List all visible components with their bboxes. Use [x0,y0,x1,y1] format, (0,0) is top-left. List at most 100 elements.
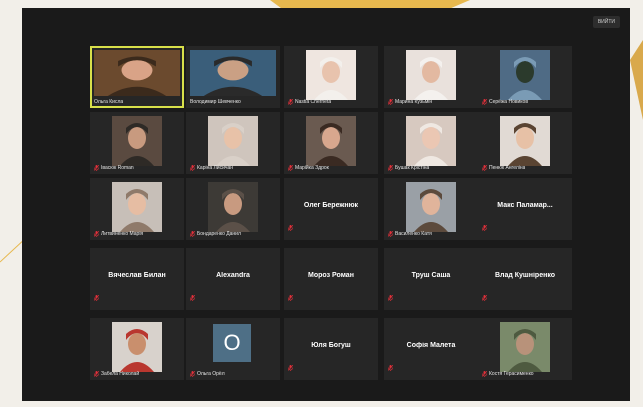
participant-tile[interactable]: Литвиненко Марія [90,178,184,240]
muted-mic-icon [287,224,294,231]
leave-meeting-button[interactable]: ВИЙТИ [592,16,620,28]
decorative-gold-accent [630,40,643,120]
participant-tile[interactable]: Забела Николай [90,318,184,380]
participant-tile[interactable]: Ольга Кисла [90,46,184,108]
participant-video [500,322,550,372]
participant-tile[interactable]: Софія Малета [384,318,478,380]
participant-name-label: Пенюк Ангеліна [482,165,525,171]
participant-name-label: Костя Герасименко [482,371,534,377]
participant-video [500,116,550,166]
participant-tile[interactable]: Влад Кушніренко [478,248,572,310]
muted-mic-icon [189,294,196,301]
participant-mute-indicator [387,358,394,376]
participant-tile[interactable]: Мороз Роман [284,248,378,310]
participant-video [208,182,258,232]
participant-name: Литвиненко Марія [101,231,144,237]
participant-name-label: Марина Кузьмін [388,99,432,105]
participant-tile[interactable]: Костя Герасименко [478,318,572,380]
muted-mic-icon [190,231,195,237]
participant-name: Марина Кузьмін [395,99,433,105]
muted-mic-icon [482,371,487,377]
participant-name-label: Каріна Лисичан [190,165,233,171]
muted-mic-icon [482,165,487,171]
participant-mute-indicator [287,218,294,236]
participant-tile[interactable]: Nastia Cherneta [284,46,378,108]
participant-name: Nastia Cherneta [295,99,332,105]
participant-video [208,116,258,166]
participant-name-label: Івасюк Roman [94,165,134,171]
participant-mute-indicator [189,288,196,306]
participant-display-name: Олег Бережнюк [303,202,359,209]
participant-video [94,50,180,96]
participant-name: Ольга Кисла [94,99,124,105]
participant-name: Серёжа Новиков [489,99,528,105]
participant-tile[interactable]: Володимир Шевченко [186,46,280,108]
muted-mic-icon [190,165,195,171]
participant-display-name: Вячеслав Билан [108,272,166,279]
participant-tile[interactable]: Труш Саша [384,248,478,310]
participant-tile[interactable]: Юля Богуш [284,318,378,380]
muted-mic-icon [387,364,394,371]
participant-mute-indicator [93,288,100,306]
participant-name-label: Бушак Крістіна [388,165,429,171]
participant-video [406,182,456,232]
participant-name-label: Ольга Орёл [190,371,225,377]
participant-name-label: Бондаренко Данил [190,231,241,237]
participant-avatar-initial: O [213,324,251,362]
muted-mic-icon [93,294,100,301]
muted-mic-icon [481,224,488,231]
participant-tile[interactable]: Бушак Крістіна [384,112,478,174]
participant-name-label: Литвиненко Марія [94,231,143,237]
participant-name: Пенюк Ангеліна [489,165,526,171]
participant-tile[interactable]: Марійка Здрок [284,112,378,174]
participant-mute-indicator [481,218,488,236]
participant-tile[interactable]: Макс Паламар... [478,178,572,240]
participant-tile[interactable]: Марина Кузьмін [384,46,478,108]
muted-mic-icon [481,294,488,301]
muted-mic-icon [388,165,393,171]
participant-video [112,116,162,166]
participant-mute-indicator [287,358,294,376]
participant-name: Костя Герасименко [489,371,534,377]
participant-mute-indicator [481,288,488,306]
participant-display-name: Мороз Роман [308,272,354,279]
participant-video [190,50,276,96]
participant-tile[interactable]: Олег Бережнюк [284,178,378,240]
participant-video [306,116,356,166]
participant-mute-indicator [287,288,294,306]
muted-mic-icon [288,99,293,105]
participant-tile[interactable]: Alexandra [186,248,280,310]
participant-tile[interactable]: Каріна Лисичан [186,112,280,174]
participant-name-label: Василенко Катя [388,231,432,237]
participant-display-name: Софія Малета [406,342,456,349]
muted-mic-icon [287,364,294,371]
participant-name: Бушак Крістіна [395,165,430,171]
participant-name: Володимир Шевченко [190,99,241,105]
participant-tile[interactable]: Бондаренко Данил [186,178,280,240]
participant-tile[interactable]: Вячеслав Билан [90,248,184,310]
participant-name-label: Nastia Cherneta [288,99,331,105]
participant-tile[interactable]: Пенюк Ангеліна [478,112,572,174]
muted-mic-icon [190,371,195,377]
participant-video [406,116,456,166]
muted-mic-icon [388,231,393,237]
participant-tile[interactable]: Серёжа Новиков [478,46,572,108]
muted-mic-icon [94,371,99,377]
muted-mic-icon [388,99,393,105]
participant-name-label: Володимир Шевченко [190,99,241,105]
participant-name: Забела Николай [101,371,140,377]
zoom-meeting-window: ВИЙТИ Ольга Кисла Володимир Шевченко Nas… [22,8,630,401]
participant-name: Івасюк Roman [101,165,134,171]
participant-name-label: Ольга Кисла [94,99,123,105]
muted-mic-icon [287,294,294,301]
muted-mic-icon [482,99,487,105]
participant-tile[interactable]: Василенко Катя [384,178,478,240]
participant-name-label: Серёжа Новиков [482,99,528,105]
participant-name: Ольга Орёл [197,371,225,377]
muted-mic-icon [94,165,99,171]
participant-display-name: Труш Саша [411,272,451,279]
participant-name: Бондаренко Данил [197,231,241,237]
participant-tile[interactable]: Івасюк Roman [90,112,184,174]
muted-mic-icon [94,231,99,237]
participant-tile[interactable]: O Ольга Орёл [186,318,280,380]
